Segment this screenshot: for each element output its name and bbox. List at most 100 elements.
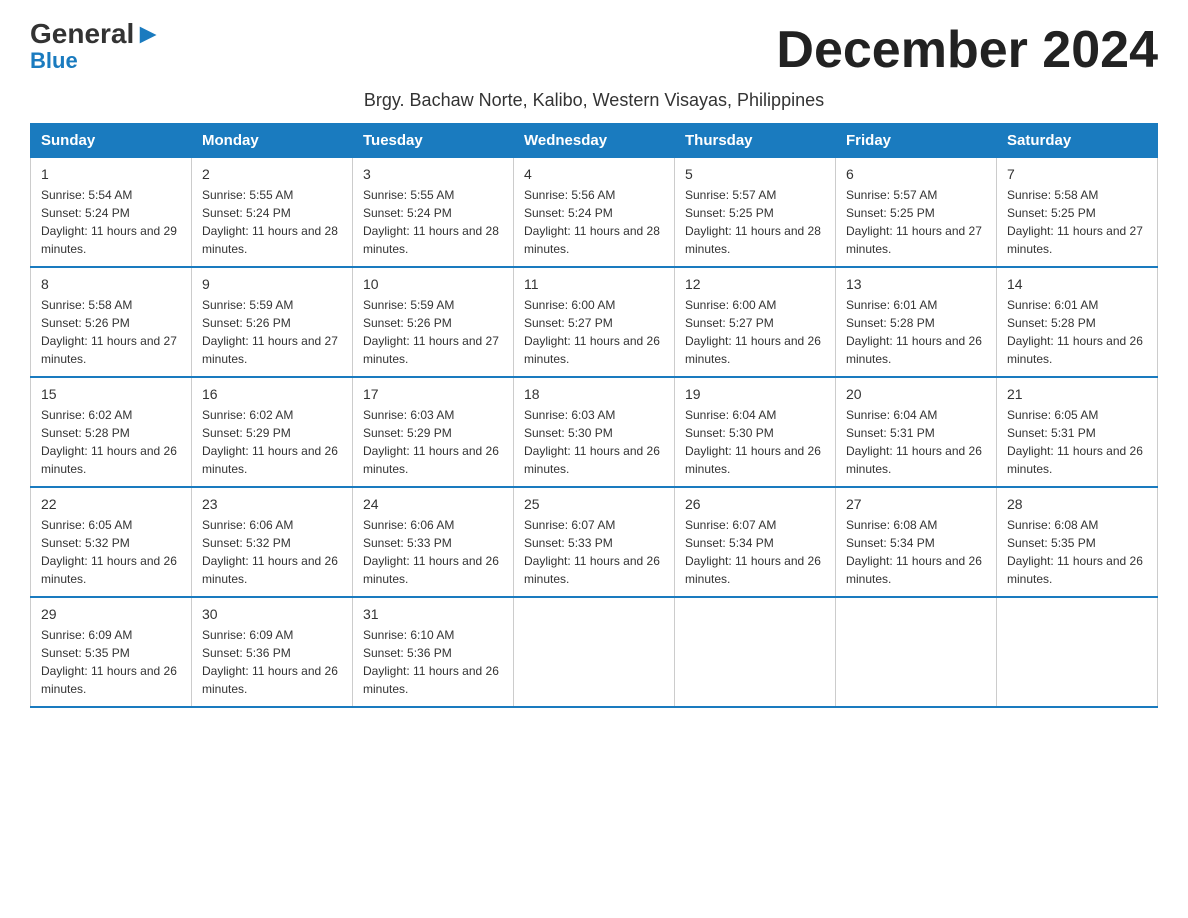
- day-header-monday: Monday: [192, 124, 353, 158]
- day-number: 17: [363, 386, 503, 402]
- day-header-wednesday: Wednesday: [514, 124, 675, 158]
- calendar-cell: [997, 597, 1158, 707]
- day-info: Sunrise: 6:06 AM Sunset: 5:33 PM Dayligh…: [363, 516, 503, 588]
- day-number: 28: [1007, 496, 1147, 512]
- day-info: Sunrise: 6:02 AM Sunset: 5:28 PM Dayligh…: [41, 406, 181, 478]
- logo: General► Blue: [30, 20, 162, 72]
- day-info: Sunrise: 6:03 AM Sunset: 5:30 PM Dayligh…: [524, 406, 664, 478]
- day-header-tuesday: Tuesday: [353, 124, 514, 158]
- calendar-cell: 27 Sunrise: 6:08 AM Sunset: 5:34 PM Dayl…: [836, 487, 997, 597]
- day-number: 8: [41, 276, 181, 292]
- day-number: 19: [685, 386, 825, 402]
- calendar-cell: 30 Sunrise: 6:09 AM Sunset: 5:36 PM Dayl…: [192, 597, 353, 707]
- calendar-cell: 28 Sunrise: 6:08 AM Sunset: 5:35 PM Dayl…: [997, 487, 1158, 597]
- day-info: Sunrise: 6:06 AM Sunset: 5:32 PM Dayligh…: [202, 516, 342, 588]
- day-info: Sunrise: 6:02 AM Sunset: 5:29 PM Dayligh…: [202, 406, 342, 478]
- day-number: 13: [846, 276, 986, 292]
- calendar-cell: 4 Sunrise: 5:56 AM Sunset: 5:24 PM Dayli…: [514, 158, 675, 268]
- day-number: 27: [846, 496, 986, 512]
- calendar-week-row: 22 Sunrise: 6:05 AM Sunset: 5:32 PM Dayl…: [31, 487, 1158, 597]
- day-info: Sunrise: 6:08 AM Sunset: 5:34 PM Dayligh…: [846, 516, 986, 588]
- day-number: 29: [41, 606, 181, 622]
- calendar-cell: 6 Sunrise: 5:57 AM Sunset: 5:25 PM Dayli…: [836, 158, 997, 268]
- calendar-cell: 20 Sunrise: 6:04 AM Sunset: 5:31 PM Dayl…: [836, 377, 997, 487]
- day-number: 10: [363, 276, 503, 292]
- calendar-cell: [836, 597, 997, 707]
- calendar-cell: 2 Sunrise: 5:55 AM Sunset: 5:24 PM Dayli…: [192, 158, 353, 268]
- day-number: 30: [202, 606, 342, 622]
- day-header-thursday: Thursday: [675, 124, 836, 158]
- day-number: 25: [524, 496, 664, 512]
- day-number: 6: [846, 166, 986, 182]
- logo-text-top: General►: [30, 20, 162, 48]
- calendar-week-row: 29 Sunrise: 6:09 AM Sunset: 5:35 PM Dayl…: [31, 597, 1158, 707]
- calendar-cell: 23 Sunrise: 6:06 AM Sunset: 5:32 PM Dayl…: [192, 487, 353, 597]
- day-info: Sunrise: 6:01 AM Sunset: 5:28 PM Dayligh…: [1007, 296, 1147, 368]
- day-number: 18: [524, 386, 664, 402]
- day-info: Sunrise: 6:03 AM Sunset: 5:29 PM Dayligh…: [363, 406, 503, 478]
- day-info: Sunrise: 6:10 AM Sunset: 5:36 PM Dayligh…: [363, 626, 503, 698]
- day-number: 9: [202, 276, 342, 292]
- calendar-cell: 17 Sunrise: 6:03 AM Sunset: 5:29 PM Dayl…: [353, 377, 514, 487]
- day-info: Sunrise: 6:07 AM Sunset: 5:33 PM Dayligh…: [524, 516, 664, 588]
- calendar-cell: 29 Sunrise: 6:09 AM Sunset: 5:35 PM Dayl…: [31, 597, 192, 707]
- day-number: 16: [202, 386, 342, 402]
- day-header-saturday: Saturday: [997, 124, 1158, 158]
- day-number: 23: [202, 496, 342, 512]
- calendar-cell: 7 Sunrise: 5:58 AM Sunset: 5:25 PM Dayli…: [997, 158, 1158, 268]
- day-info: Sunrise: 5:58 AM Sunset: 5:25 PM Dayligh…: [1007, 186, 1147, 258]
- day-header-sunday: Sunday: [31, 124, 192, 158]
- day-number: 22: [41, 496, 181, 512]
- day-info: Sunrise: 5:56 AM Sunset: 5:24 PM Dayligh…: [524, 186, 664, 258]
- calendar-cell: 10 Sunrise: 5:59 AM Sunset: 5:26 PM Dayl…: [353, 267, 514, 377]
- calendar-cell: 26 Sunrise: 6:07 AM Sunset: 5:34 PM Dayl…: [675, 487, 836, 597]
- calendar-cell: 9 Sunrise: 5:59 AM Sunset: 5:26 PM Dayli…: [192, 267, 353, 377]
- day-info: Sunrise: 5:57 AM Sunset: 5:25 PM Dayligh…: [846, 186, 986, 258]
- calendar-cell: 19 Sunrise: 6:04 AM Sunset: 5:30 PM Dayl…: [675, 377, 836, 487]
- day-info: Sunrise: 6:04 AM Sunset: 5:30 PM Dayligh…: [685, 406, 825, 478]
- day-info: Sunrise: 6:00 AM Sunset: 5:27 PM Dayligh…: [685, 296, 825, 368]
- day-info: Sunrise: 6:01 AM Sunset: 5:28 PM Dayligh…: [846, 296, 986, 368]
- calendar-table: SundayMondayTuesdayWednesdayThursdayFrid…: [30, 123, 1158, 708]
- day-number: 1: [41, 166, 181, 182]
- day-info: Sunrise: 5:57 AM Sunset: 5:25 PM Dayligh…: [685, 186, 825, 258]
- day-info: Sunrise: 5:55 AM Sunset: 5:24 PM Dayligh…: [363, 186, 503, 258]
- day-info: Sunrise: 5:58 AM Sunset: 5:26 PM Dayligh…: [41, 296, 181, 368]
- day-number: 4: [524, 166, 664, 182]
- calendar-cell: [675, 597, 836, 707]
- calendar-cell: 14 Sunrise: 6:01 AM Sunset: 5:28 PM Dayl…: [997, 267, 1158, 377]
- day-number: 24: [363, 496, 503, 512]
- day-info: Sunrise: 6:07 AM Sunset: 5:34 PM Dayligh…: [685, 516, 825, 588]
- day-number: 7: [1007, 166, 1147, 182]
- calendar-cell: 13 Sunrise: 6:01 AM Sunset: 5:28 PM Dayl…: [836, 267, 997, 377]
- calendar-cell: 3 Sunrise: 5:55 AM Sunset: 5:24 PM Dayli…: [353, 158, 514, 268]
- day-info: Sunrise: 6:04 AM Sunset: 5:31 PM Dayligh…: [846, 406, 986, 478]
- day-info: Sunrise: 6:09 AM Sunset: 5:36 PM Dayligh…: [202, 626, 342, 698]
- day-info: Sunrise: 6:00 AM Sunset: 5:27 PM Dayligh…: [524, 296, 664, 368]
- day-info: Sunrise: 5:54 AM Sunset: 5:24 PM Dayligh…: [41, 186, 181, 258]
- day-info: Sunrise: 5:59 AM Sunset: 5:26 PM Dayligh…: [202, 296, 342, 368]
- day-info: Sunrise: 6:08 AM Sunset: 5:35 PM Dayligh…: [1007, 516, 1147, 588]
- day-number: 20: [846, 386, 986, 402]
- calendar-cell: 21 Sunrise: 6:05 AM Sunset: 5:31 PM Dayl…: [997, 377, 1158, 487]
- calendar-cell: 24 Sunrise: 6:06 AM Sunset: 5:33 PM Dayl…: [353, 487, 514, 597]
- day-number: 21: [1007, 386, 1147, 402]
- calendar-cell: 12 Sunrise: 6:00 AM Sunset: 5:27 PM Dayl…: [675, 267, 836, 377]
- day-number: 11: [524, 276, 664, 292]
- day-info: Sunrise: 5:59 AM Sunset: 5:26 PM Dayligh…: [363, 296, 503, 368]
- logo-text-bottom: Blue: [30, 50, 78, 72]
- day-info: Sunrise: 6:05 AM Sunset: 5:32 PM Dayligh…: [41, 516, 181, 588]
- calendar-cell: 25 Sunrise: 6:07 AM Sunset: 5:33 PM Dayl…: [514, 487, 675, 597]
- calendar-header-row: SundayMondayTuesdayWednesdayThursdayFrid…: [31, 124, 1158, 158]
- calendar-cell: 8 Sunrise: 5:58 AM Sunset: 5:26 PM Dayli…: [31, 267, 192, 377]
- day-number: 15: [41, 386, 181, 402]
- day-info: Sunrise: 6:09 AM Sunset: 5:35 PM Dayligh…: [41, 626, 181, 698]
- page-header: General► Blue December 2024: [30, 20, 1158, 80]
- calendar-cell: 31 Sunrise: 6:10 AM Sunset: 5:36 PM Dayl…: [353, 597, 514, 707]
- calendar-week-row: 1 Sunrise: 5:54 AM Sunset: 5:24 PM Dayli…: [31, 158, 1158, 268]
- calendar-cell: 18 Sunrise: 6:03 AM Sunset: 5:30 PM Dayl…: [514, 377, 675, 487]
- day-info: Sunrise: 6:05 AM Sunset: 5:31 PM Dayligh…: [1007, 406, 1147, 478]
- calendar-cell: [514, 597, 675, 707]
- month-title: December 2024: [776, 20, 1158, 80]
- day-number: 31: [363, 606, 503, 622]
